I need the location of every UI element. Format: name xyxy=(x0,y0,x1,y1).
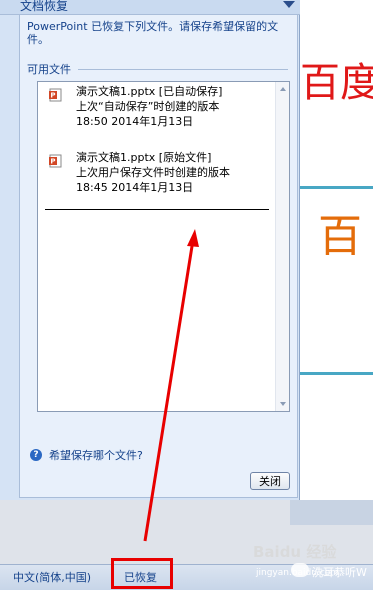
file-name: 演示文稿1.pptx [已自动保存] xyxy=(76,85,223,98)
section-divider xyxy=(78,69,288,70)
svg-text:P: P xyxy=(50,158,55,166)
recovered-file-list[interactable]: P 演示文稿1.pptx [已自动保存] 上次“自动保存”时创建的版本 18:5… xyxy=(37,81,290,412)
file-time: 18:45 2014年1月13日 xyxy=(76,181,194,194)
file-name: 演示文稿1.pptx [原始文件] xyxy=(76,151,212,164)
slide-divider-line xyxy=(300,372,373,375)
list-divider xyxy=(45,209,269,210)
baidu-watermark: Baidu 经验 xyxy=(253,543,337,561)
watermark-account: 洗耳恭听W xyxy=(312,566,367,579)
file-text-block: 演示文稿1.pptx [原始文件] 上次用户保存文件时创建的版本 18:45 2… xyxy=(76,150,230,195)
document-recovery-pane: 文档恢复 PowerPoint 已恢复下列文件。请保存希望保留的文件。 可用文件… xyxy=(0,0,300,500)
file-list-scrollbar[interactable] xyxy=(275,82,289,411)
help-question-icon[interactable]: ? xyxy=(30,449,42,461)
recovery-description: PowerPoint 已恢复下列文件。请保存希望保留的文件。 xyxy=(27,20,279,46)
svg-text:P: P xyxy=(50,92,55,100)
file-detail: 上次用户保存文件时创建的版本 xyxy=(76,166,230,179)
wechat-icon xyxy=(291,563,309,577)
file-detail: 上次“自动保存”时创建的版本 xyxy=(76,100,220,113)
scroll-down-arrow-icon[interactable] xyxy=(280,402,286,406)
available-files-label: 可用文件 xyxy=(27,63,71,76)
pptx-file-icon: P xyxy=(49,88,62,102)
scroll-up-arrow-icon[interactable] xyxy=(280,87,286,91)
pane-menu-chevron-icon[interactable] xyxy=(283,1,295,8)
file-time: 18:50 2014年1月13日 xyxy=(76,115,194,128)
annotation-highlight-box xyxy=(111,558,173,589)
notes-area xyxy=(290,500,373,525)
help-link[interactable]: 希望保存哪个文件? xyxy=(49,447,143,463)
slide-title-text[interactable]: 百度 xyxy=(300,50,373,108)
file-text-block: 演示文稿1.pptx [已自动保存] 上次“自动保存”时创建的版本 18:50 … xyxy=(76,84,222,129)
pptx-file-icon: P xyxy=(49,154,62,168)
slide-divider-line xyxy=(300,186,373,189)
recovery-pane-title: 文档恢复 xyxy=(20,0,69,13)
recovery-pane-header: 文档恢复 xyxy=(0,0,300,15)
status-language[interactable]: 中文(简体,中国) xyxy=(13,569,91,585)
slide-body-text[interactable]: 百 xyxy=(318,200,362,264)
close-button[interactable]: 关闭 xyxy=(250,472,290,490)
